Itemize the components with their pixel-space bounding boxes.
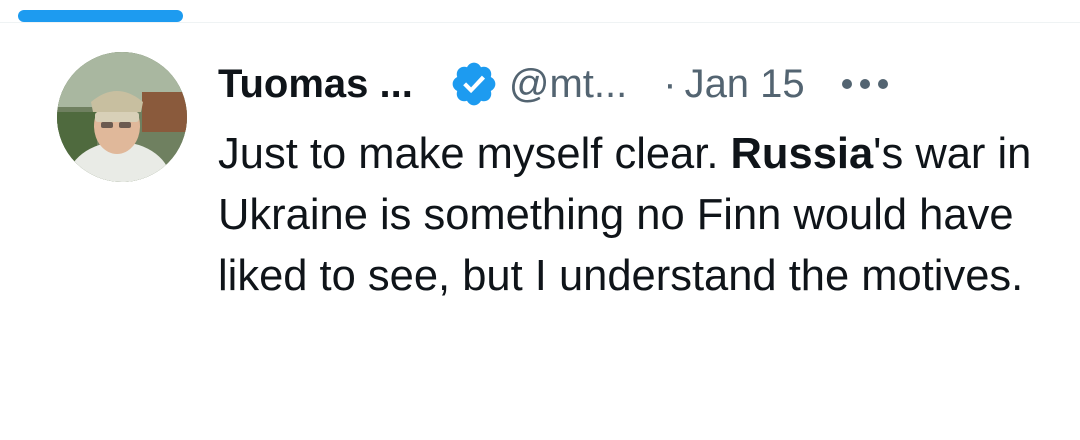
tweet-text: Just to make myself clear. Russia's war … [218,124,1048,307]
avatar-photo [57,52,187,182]
tweet-header: Tuomas ... @mt... · Jan 15 [218,56,1038,112]
tweet-text-part1: Just to make myself clear. [218,130,731,178]
tab-indicator [18,10,183,22]
tweet-text-bold: Russia [730,130,874,178]
separator-dot: · [663,61,677,106]
verified-badge-icon[interactable] [449,59,499,109]
top-divider [0,22,1080,23]
author-handle[interactable]: @mt... [509,62,627,107]
avatar[interactable] [57,52,187,182]
tweet-date[interactable]: Jan 15 [685,62,805,107]
more-horizontal-icon[interactable] [839,74,891,94]
display-name[interactable]: Tuomas ... [218,62,413,107]
tweet[interactable]: Tuomas ... @mt... · Jan 15 Just to make … [0,0,1080,440]
